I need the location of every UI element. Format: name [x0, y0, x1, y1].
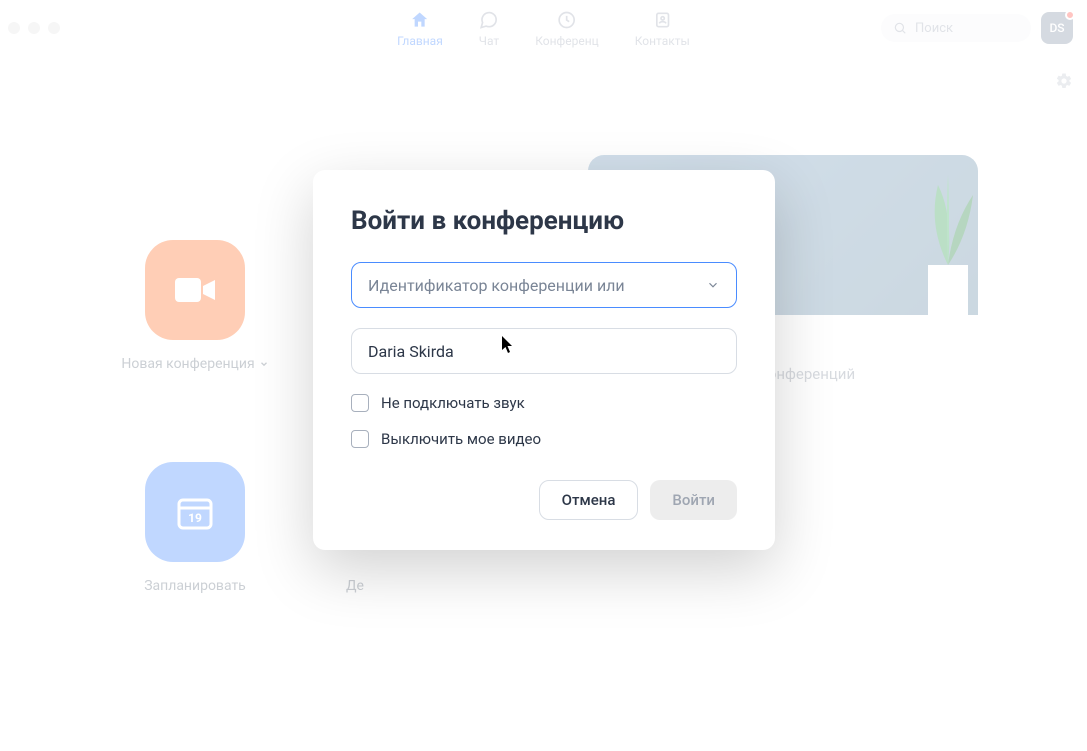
audio-checkbox[interactable]: [351, 394, 369, 412]
mouse-cursor: [502, 336, 516, 354]
video-checkbox-label: Выключить мое видео: [381, 430, 541, 448]
conference-id-select[interactable]: Идентификатор конференции или: [351, 262, 737, 308]
audio-checkbox-row[interactable]: Не подключать звук: [351, 394, 737, 412]
cancel-button[interactable]: Отмена: [539, 480, 639, 520]
modal-title: Войти в конференцию: [351, 206, 737, 236]
modal-buttons: Отмена Войти: [351, 480, 737, 520]
audio-checkbox-label: Не подключать звук: [381, 394, 525, 412]
chevron-down-icon: [706, 278, 720, 292]
join-conference-modal: Войти в конференцию Идентификатор конфер…: [313, 170, 775, 550]
conference-id-placeholder: Идентификатор конференции или: [368, 276, 625, 295]
join-button[interactable]: Войти: [650, 480, 737, 520]
video-checkbox-row[interactable]: Выключить мое видео: [351, 430, 737, 448]
video-checkbox[interactable]: [351, 430, 369, 448]
name-input[interactable]: [368, 342, 720, 361]
name-field-wrapper: [351, 328, 737, 374]
